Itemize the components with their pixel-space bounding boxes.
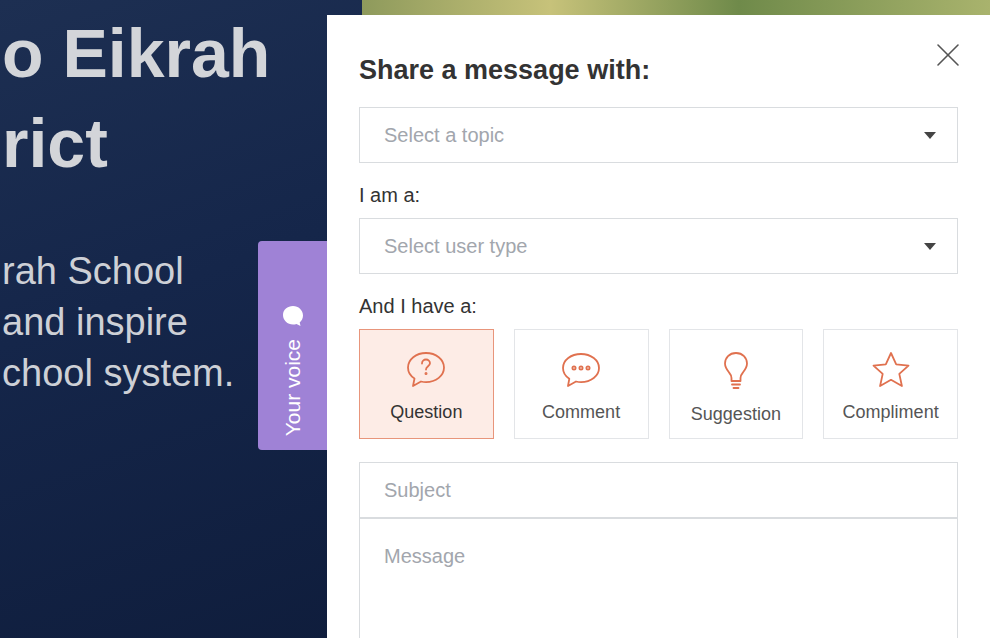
option-label: Compliment xyxy=(843,402,939,423)
option-label: Question xyxy=(390,402,462,423)
user-type-select[interactable]: Select user type xyxy=(359,218,958,274)
message-type-label: And I have a: xyxy=(359,294,958,318)
message-type-option[interactable]: Suggestion xyxy=(669,329,804,439)
option-label: Comment xyxy=(542,402,620,423)
star-icon xyxy=(870,350,912,390)
hero-heading-line: rict xyxy=(2,98,362,188)
dropdown-caret-icon xyxy=(924,243,936,250)
message-textarea[interactable]: Message xyxy=(359,518,958,638)
message-type-option[interactable]: Comment xyxy=(514,329,649,439)
message-type-options: Question Comment Suggestion Compliment xyxy=(359,329,958,439)
comment-icon xyxy=(560,350,602,390)
feedback-panel: Share a message with: Select a topic I am … xyxy=(327,15,990,638)
hero-heading-line: o Eikrah xyxy=(2,8,362,98)
topic-select[interactable]: Select a topic xyxy=(359,107,958,163)
question-icon xyxy=(405,350,447,390)
subject-input[interactable]: Subject xyxy=(359,462,958,518)
page: o Eikrahrictrah Schooland inspirechool s… xyxy=(0,0,990,638)
chat-bubble-icon xyxy=(282,305,304,327)
dropdown-caret-icon xyxy=(924,132,936,139)
close-icon xyxy=(936,43,960,67)
feedback-tab[interactable]: Your voice xyxy=(258,241,327,450)
feedback-tab-label: Your voice xyxy=(281,339,305,436)
panel-title: Share a message with: xyxy=(359,53,958,87)
close-button[interactable] xyxy=(936,43,960,67)
lightbulb-icon xyxy=(715,350,757,392)
option-label: Suggestion xyxy=(691,404,781,425)
user-type-label: I am a: xyxy=(359,183,958,207)
message-type-option[interactable]: Question xyxy=(359,329,494,439)
message-type-option[interactable]: Compliment xyxy=(823,329,958,439)
hero-heading: o Eikrahrict xyxy=(2,8,362,188)
